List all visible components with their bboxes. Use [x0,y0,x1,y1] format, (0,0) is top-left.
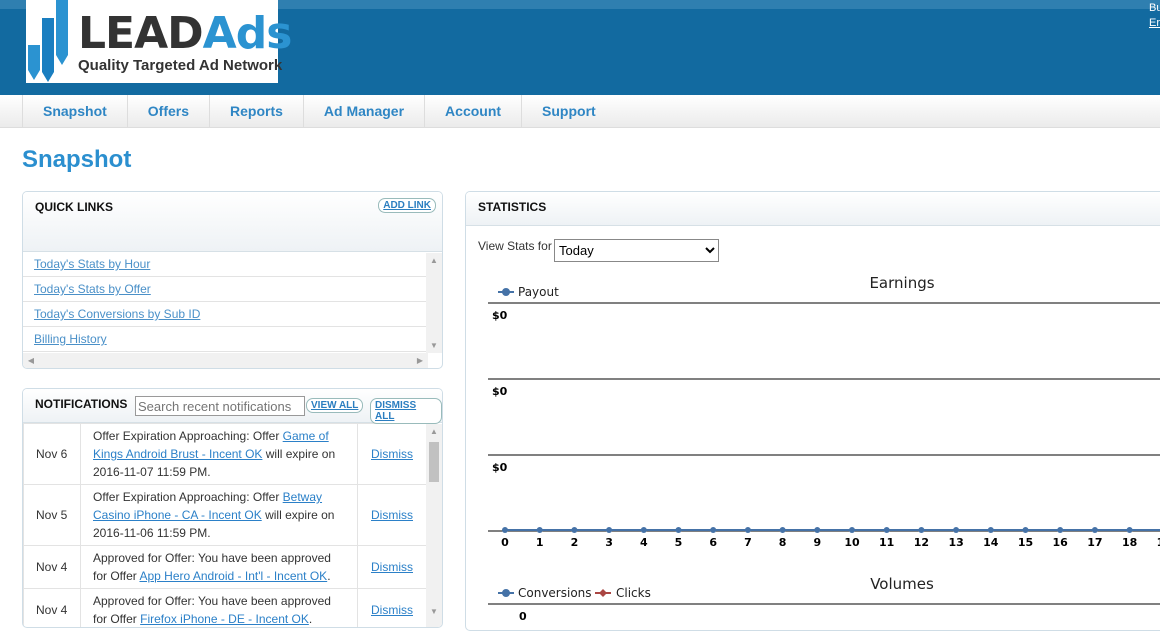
page-title: Snapshot [22,146,132,173]
data-point [953,527,960,533]
x-tick-label: 17 [1087,536,1102,549]
dismiss-link[interactable]: Dismiss [371,603,413,617]
quick-links-panel: QUICK LINKS ADD LINK Today's Stats by Ho… [22,191,443,369]
legend-payout[interactable]: Payout [518,285,559,299]
offer-link[interactable]: Firefox iPhone - DE - Incent OK [140,612,309,626]
statistics-panel: STATISTICS View Stats for Today Earnings… [465,191,1160,631]
quick-links-list: Today's Stats by Hour Today's Stats by O… [23,252,428,352]
main-nav: Snapshot Offers Reports Ad Manager Accou… [0,95,1160,128]
x-tick-label: 16 [1053,536,1069,549]
x-tick-label: 8 [779,536,787,549]
x-tick-label: 13 [948,536,963,549]
data-point [1091,527,1098,533]
nav-snapshot[interactable]: Snapshot [22,95,128,127]
view-stats-label: View Stats for [478,239,552,253]
x-tick-label: 4 [640,536,648,549]
notification-date: Nov 4 [23,588,81,627]
logo-bars-icon [28,0,68,82]
data-point [883,527,890,533]
chart-title: Volumes [870,575,934,593]
data-point [571,527,578,533]
list-item: Today's Stats by Hour [23,252,428,277]
x-tick-label: 18 [1122,536,1137,549]
tagline: Quality Targeted Ad Network [78,57,283,74]
data-point [779,527,786,533]
legend-conversions: Conversions [518,586,592,600]
y-tick-label: 0 [519,610,527,623]
notification-row: Nov 6 Offer Expiration Approaching: Offe… [23,423,427,485]
data-point [987,527,994,533]
period-select[interactable]: Today [554,239,719,262]
x-tick-label: 3 [605,536,613,549]
user-info: Bu Er [1149,2,1160,29]
vertical-scrollbar[interactable]: ▲ ▼ [426,253,442,353]
dismiss-link[interactable]: Dismiss [371,447,413,461]
x-tick-label: 7 [744,536,752,549]
x-tick-label: 5 [675,536,683,549]
notification-row: Nov 4 Approved for Offer: You have been … [23,545,427,589]
y-tick-label: $0 [492,461,508,474]
legend-clicks: Clicks [616,586,651,600]
notification-date: Nov 4 [23,545,81,589]
data-point [744,527,751,533]
notifications-search-input[interactable] [135,396,305,416]
list-item: Today's Stats by Offer [23,277,428,302]
y-tick-label: $0 [492,309,508,322]
vertical-scrollbar[interactable]: ▲ ▼ [426,424,442,627]
x-tick-label: 0 [501,536,509,549]
legend-marker-conversions [502,589,510,597]
notification-row: Nov 4 Approved for Offer: You have been … [23,588,427,627]
x-tick-label: 9 [813,536,821,549]
notification-date: Nov 6 [23,423,81,485]
horizontal-scrollbar[interactable]: ◀ ▶ [23,353,428,368]
offer-link[interactable]: App Hero Android - Int'l - Incent OK [139,569,327,583]
quick-links-title: QUICK LINKS [35,200,113,214]
x-tick-label: 11 [879,536,894,549]
data-point [606,527,613,533]
data-point [918,527,925,533]
data-point [502,527,508,533]
dismiss-all-button[interactable]: DISMISS ALL [370,398,442,424]
data-point [536,527,543,533]
list-item: Today's Conversions by Sub ID [23,302,428,327]
x-tick-label: 10 [844,536,860,549]
x-tick-label: 14 [983,536,999,549]
notification-row: Nov 5 Offer Expiration Approaching: Offe… [23,484,427,546]
y-tick-label: $0 [492,385,508,398]
data-point [1057,527,1064,533]
data-point [1126,527,1133,533]
x-tick-label: 15 [1018,536,1033,549]
dismiss-link[interactable]: Dismiss [371,508,413,522]
nav-reports[interactable]: Reports [210,95,304,127]
notifications-title: NOTIFICATIONS [35,397,128,411]
data-point [849,527,855,533]
dismiss-link[interactable]: Dismiss [371,560,413,574]
notifications-panel: NOTIFICATIONS VIEW ALL DISMISS ALL Nov 6… [22,388,443,628]
data-point [675,527,682,533]
chart-title: Earnings [869,274,934,292]
notifications-table: Nov 6 Offer Expiration Approaching: Offe… [23,423,427,627]
data-point [814,527,821,533]
nav-ad-manager[interactable]: Ad Manager [304,95,426,127]
x-tick-label: 19 [1157,536,1160,549]
notification-date: Nov 5 [23,484,81,546]
legend-marker-clicks [599,589,607,597]
statistics-title: STATISTICS [478,200,547,214]
nav-support[interactable]: Support [522,95,616,127]
x-tick-label: 12 [914,536,929,549]
x-tick-label: 6 [709,536,717,549]
view-all-button[interactable]: VIEW ALL [306,398,364,413]
data-point [640,527,647,533]
nav-account[interactable]: Account [425,95,523,127]
user-link[interactable]: Er [1149,17,1160,29]
logo[interactable]: LEADAds Quality Targeted Ad Network [26,0,292,83]
nav-offers[interactable]: Offers [128,95,211,127]
add-link-button[interactable]: ADD LINK [378,198,436,213]
x-tick-label: 1 [536,536,544,549]
list-item: Billing History [23,327,428,352]
header: LEADAds Quality Targeted Ad Network Bu E… [0,0,1160,95]
x-tick-label: 2 [571,536,579,549]
data-point [1022,527,1029,533]
data-point [710,527,717,533]
